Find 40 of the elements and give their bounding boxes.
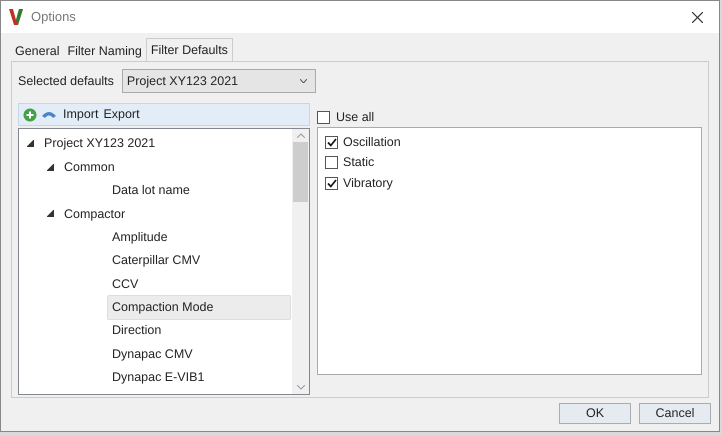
ok-button[interactable]: OK — [559, 403, 631, 424]
tab[interactable]: Filter Naming — [63, 41, 146, 61]
scrollbar[interactable] — [292, 129, 309, 394]
tree-item[interactable]: Data lot name — [107, 178, 195, 203]
checkbox[interactable] — [317, 110, 330, 124]
toolbar-button[interactable]: Export — [103, 105, 140, 124]
add-icon[interactable] — [23, 108, 37, 122]
cancel-button[interactable]: Cancel — [639, 403, 711, 424]
checkbox[interactable] — [325, 156, 338, 170]
tab[interactable]: General — [11, 41, 64, 61]
defaults-dropdown[interactable]: Project XY123 2021 — [122, 69, 316, 93]
tree-item[interactable]: Direction — [107, 318, 166, 344]
checkbox-label: Vibratory — [343, 174, 393, 192]
tree-item[interactable]: CCV — [107, 272, 144, 296]
toolbar-button[interactable]: Import — [63, 105, 98, 124]
tree-item[interactable]: Dynapac CMV — [107, 342, 198, 367]
dropdown-value: Project XY123 2021 — [126, 72, 238, 90]
checkbox-label: Use all — [336, 108, 374, 126]
chevron-down-icon — [300, 79, 307, 83]
app-logo-icon — [9, 9, 23, 25]
tree-item[interactable]: Compaction Mode — [107, 295, 291, 320]
window-title: Options — [31, 8, 76, 26]
tree-item[interactable]: Project XY123 2021 — [39, 131, 160, 156]
expanded-triangle-icon[interactable] — [47, 210, 54, 218]
close-icon[interactable] — [692, 12, 703, 22]
tree-item[interactable]: Amplitude — [107, 224, 173, 250]
tree-item[interactable]: Caterpillar CMV — [107, 248, 206, 274]
tree-item[interactable]: Compactor — [59, 202, 130, 226]
tree-item[interactable]: Dynapac E-VIB1 — [107, 365, 210, 390]
undo-arrow-icon[interactable] — [41, 110, 57, 120]
checkbox[interactable] — [325, 136, 338, 149]
expanded-triangle-icon[interactable] — [47, 164, 54, 171]
checkbox-label: Oscillation — [343, 134, 401, 151]
checkbox[interactable] — [325, 176, 338, 190]
expanded-triangle-icon[interactable] — [27, 140, 34, 148]
tab[interactable]: Filter Defaults — [146, 38, 233, 61]
field-label: Selected defaults — [18, 72, 114, 90]
tree-item[interactable]: Common — [59, 154, 120, 180]
scrollbar-thumb[interactable] — [293, 142, 308, 202]
checkbox-label: Static — [343, 154, 374, 172]
